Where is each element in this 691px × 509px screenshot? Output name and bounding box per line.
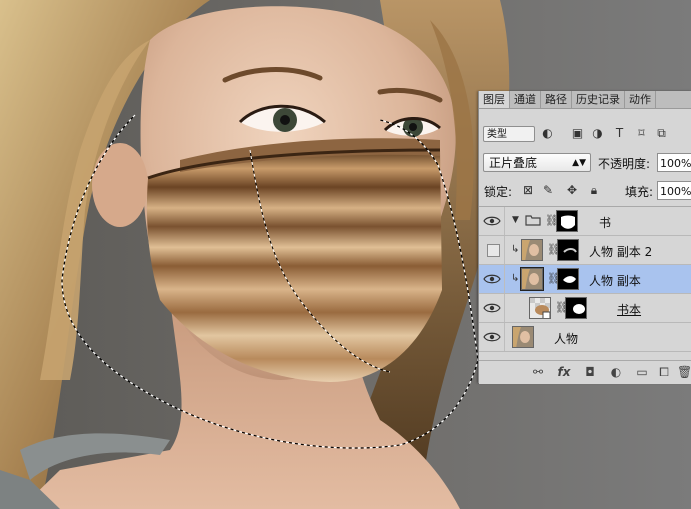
layer-mask-thumbnail[interactable] <box>557 268 579 290</box>
layer-mask-thumbnail[interactable] <box>556 210 578 232</box>
blend-mode-select[interactable]: 正片叠底 ▲▼ <box>483 153 591 172</box>
mask-icon[interactable]: ◘ <box>583 365 597 379</box>
layer-name: 人物 副本 <box>589 274 641 288</box>
tab-label: 图层 <box>483 93 505 106</box>
layer-name: 书本 <box>617 303 642 317</box>
fill-label: 填充: <box>625 185 654 199</box>
opacity-label: 不透明度: <box>598 157 651 171</box>
filter-toggle-icon[interactable]: ◐ <box>541 127 554 140</box>
blend-row: 正片叠底 ▲▼ 不透明度: 100% <box>479 152 691 174</box>
lock-row: 锁定: ⊠ ✎ ✥ 🔒︎ 填充: 100% <box>479 180 691 202</box>
trash-icon[interactable]: 🗑︎ <box>677 365 691 379</box>
layer-mask-thumbnail[interactable] <box>557 239 579 261</box>
eye-icon[interactable] <box>483 273 501 285</box>
divider <box>504 265 505 293</box>
blend-mode-value: 正片叠底 <box>489 156 538 170</box>
tab-paths[interactable]: 路径 <box>541 91 572 108</box>
tab-label: 路径 <box>545 93 567 106</box>
layer-filter-select[interactable]: 类型 <box>483 126 535 142</box>
adjustment-icon[interactable]: ◐ <box>609 365 623 379</box>
lock-position-icon[interactable]: ✥ <box>565 183 579 197</box>
group-icon[interactable]: ▭ <box>635 365 649 379</box>
link-icon[interactable]: ⛓︎ <box>547 273 561 285</box>
tab-channels[interactable]: 通道 <box>510 91 541 108</box>
layer-row[interactable]: ↳ ⛓︎ 人物 副本 2 <box>479 236 691 265</box>
lock-pixels-icon[interactable]: ✎ <box>541 183 555 197</box>
layer-name: 人物 <box>554 332 579 346</box>
eye-icon[interactable] <box>483 302 501 314</box>
layers-panel: 图层 通道 路径 历史记录 动作 类型 ◐ ▣ ◑ T ⌑ ⧉ 正片叠底 ▲▼ … <box>478 91 691 384</box>
filter-value: 类型 <box>487 129 507 140</box>
divider <box>504 323 505 351</box>
link-icon[interactable]: ⚯ <box>531 365 545 379</box>
layer-name: 人物 副本 2 <box>589 245 653 259</box>
tab-label: 历史记录 <box>576 93 620 106</box>
layer-thumbnail[interactable] <box>520 267 544 291</box>
layer-row[interactable]: 人物 <box>479 323 691 352</box>
link-icon[interactable]: ⛓︎ <box>555 302 569 314</box>
lock-transparency-icon[interactable]: ⊠ <box>521 183 535 197</box>
layer-thumbnail[interactable] <box>529 297 551 319</box>
lock-label: 锁定: <box>484 185 513 199</box>
tab-history[interactable]: 历史记录 <box>572 91 625 108</box>
clip-arrow-icon: ↳ <box>511 273 520 284</box>
layer-mask-thumbnail[interactable] <box>565 297 587 319</box>
divider <box>504 294 505 322</box>
folder-icon <box>525 215 541 226</box>
opacity-value: 100% <box>660 157 691 170</box>
link-icon[interactable]: ⛓︎ <box>545 215 559 227</box>
divider <box>504 207 505 235</box>
pixel-filter-icon[interactable]: ▣ <box>571 127 584 140</box>
layer-row[interactable]: ↳ ⛓︎ 人物 副本 <box>479 265 691 294</box>
visibility-toggle[interactable] <box>487 244 500 257</box>
tab-label: 动作 <box>629 93 651 106</box>
tab-actions[interactable]: 动作 <box>625 91 656 108</box>
smart-object-filter-icon[interactable]: ⧉ <box>655 127 668 140</box>
eye-icon[interactable] <box>483 331 501 343</box>
layers-list: ▼ ⛓︎ 书 ↳ ⛓︎ 人物 副本 2 ↳ ⛓︎ 人物 副本 ⛓︎ 书本 人物 <box>479 206 691 360</box>
panel-tab-bar: 图层 通道 路径 历史记录 动作 <box>479 91 691 109</box>
layer-row[interactable]: ⛓︎ 书本 <box>479 294 691 323</box>
tab-label: 通道 <box>514 93 536 106</box>
fx-icon[interactable]: fx <box>557 365 571 379</box>
lock-all-icon[interactable]: 🔒︎ <box>587 183 601 197</box>
eye-icon[interactable] <box>483 215 501 227</box>
layers-bottom-toolbar: ⚯ fx ◘ ◐ ▭ ⧠ 🗑︎ <box>479 360 691 384</box>
dropdown-arrow-icon: ▲▼ <box>572 158 586 168</box>
adjustment-filter-icon[interactable]: ◑ <box>591 127 604 140</box>
layer-row[interactable]: ▼ ⛓︎ 书 <box>479 207 691 236</box>
layer-name: 书 <box>599 216 612 230</box>
layer-thumbnail[interactable] <box>512 326 534 348</box>
expand-triangle-icon[interactable]: ▼ <box>512 215 519 225</box>
fill-value: 100% <box>660 185 691 198</box>
link-icon[interactable]: ⛓︎ <box>547 244 561 256</box>
new-layer-icon[interactable]: ⧠ <box>657 365 671 379</box>
layer-filter-row: 类型 ◐ ▣ ◑ T ⌑ ⧉ <box>479 124 691 146</box>
opacity-input[interactable]: 100% <box>657 153 691 172</box>
tab-layers[interactable]: 图层 <box>479 91 510 108</box>
type-filter-icon[interactable]: T <box>613 127 626 140</box>
fill-input[interactable]: 100% <box>657 181 691 200</box>
clip-arrow-icon: ↳ <box>511 244 520 255</box>
shape-filter-icon[interactable]: ⌑ <box>635 127 648 140</box>
layer-thumbnail[interactable] <box>521 239 543 261</box>
divider <box>504 236 505 264</box>
